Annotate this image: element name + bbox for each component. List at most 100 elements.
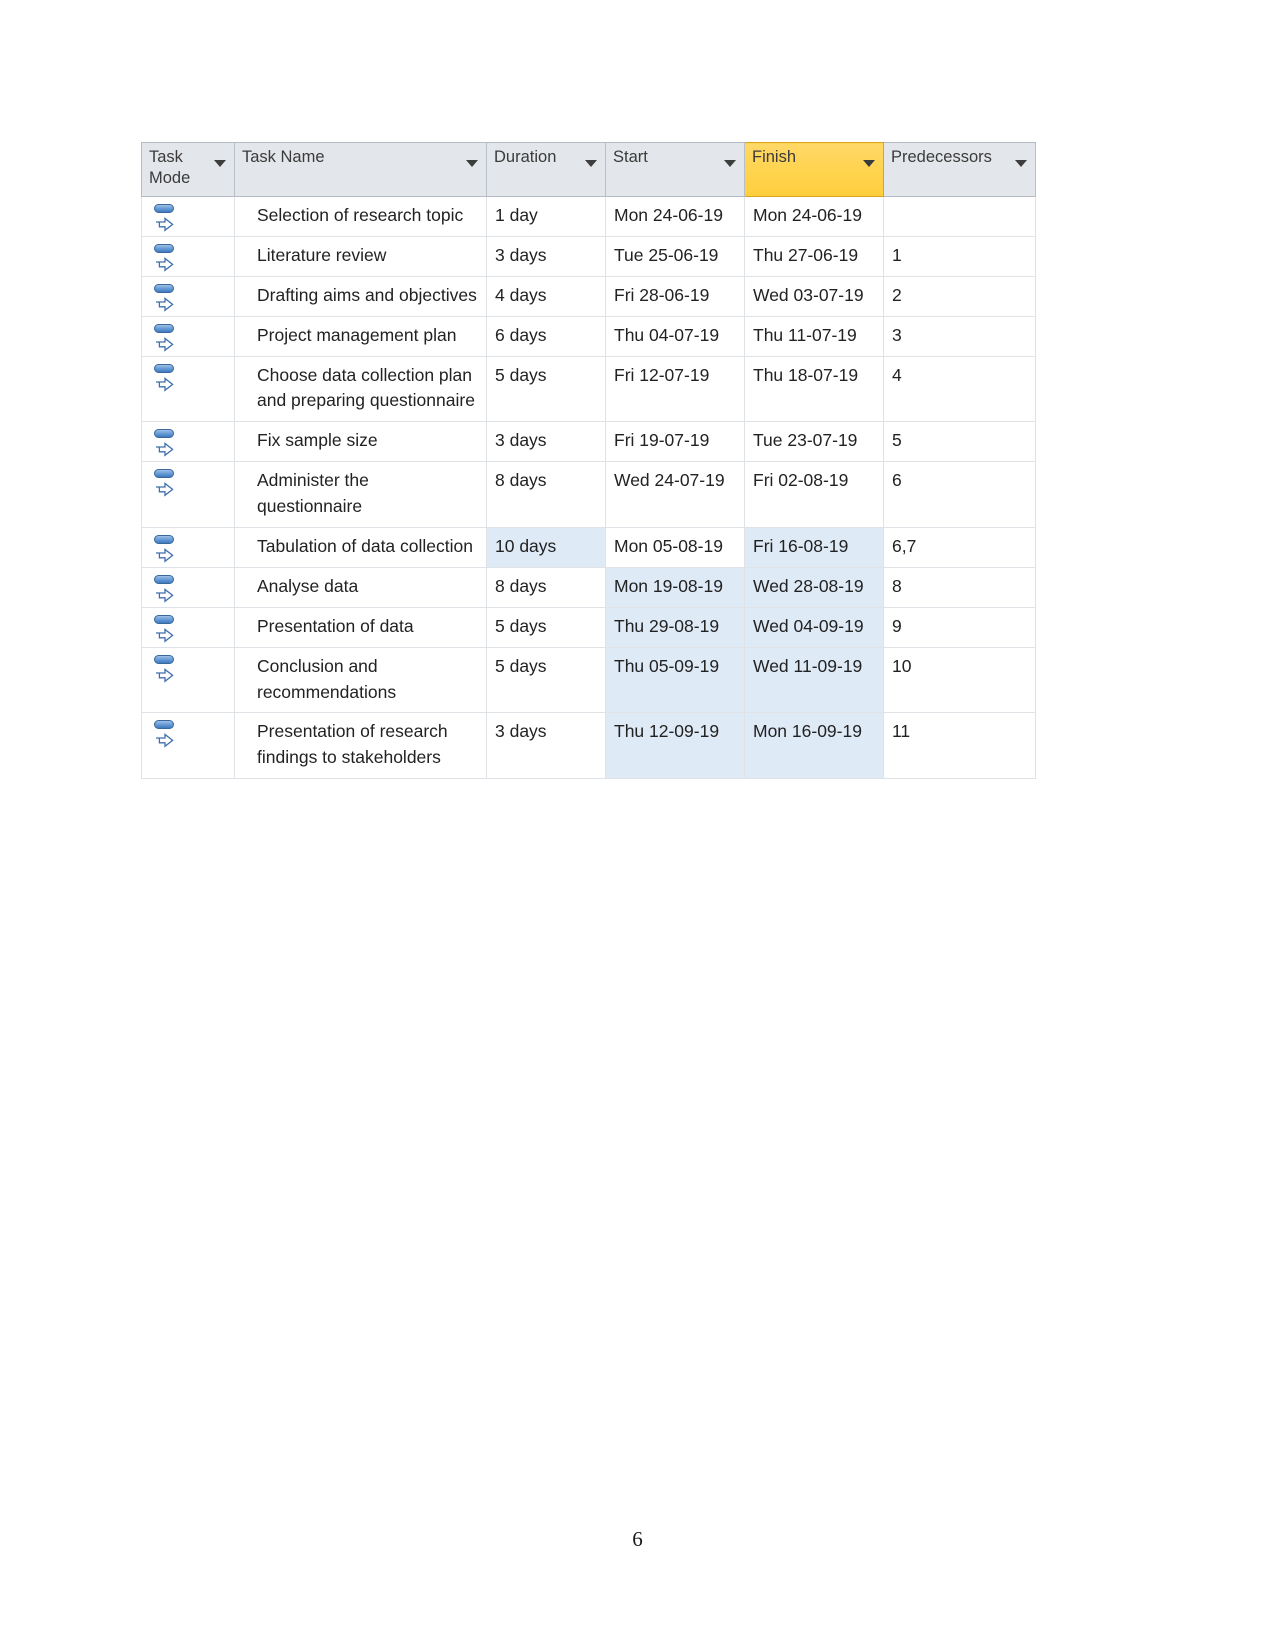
cell-start-date[interactable]: Mon 05-08-19 [605,527,745,568]
cell-task-mode[interactable] [141,567,235,608]
cell-start-date[interactable]: Thu 04-07-19 [605,316,745,357]
cell-finish-date[interactable]: Mon 24-06-19 [744,196,884,237]
cell-start-date[interactable]: Thu 12-09-19 [605,712,745,780]
cell-predecessors[interactable]: 6 [883,461,1036,529]
table-row[interactable]: Literature review 3 days Tue 25-06-19 Thu 2… [141,236,1036,277]
cell-finish-date[interactable]: Thu 11-07-19 [744,316,884,357]
cell-start-date[interactable]: Thu 05-09-19 [605,647,745,714]
project-task-table-container: Task Mode Task Name Duration Start Finish Pre… [141,142,1036,780]
cell-duration[interactable]: 4 days [486,276,606,317]
cell-predecessors[interactable]: 2 [883,276,1036,317]
cell-task-mode[interactable] [141,607,235,648]
table-row[interactable]: Project management plan 6 days Thu 04-07-1… [141,316,1036,357]
table-row[interactable]: Selection of research topic 1 day Mon 24-0… [141,196,1036,237]
cell-predecessors[interactable]: 4 [883,356,1036,423]
table-row[interactable]: Presentation of data 5 days Thu 29-08-19 We… [141,607,1036,648]
chevron-down-icon[interactable] [724,160,736,167]
cell-finish-date[interactable]: Tue 23-07-19 [744,421,884,463]
cell-task-mode[interactable] [141,356,235,423]
chevron-down-icon[interactable] [214,160,226,167]
cell-start-date[interactable]: Tue 25-06-19 [605,236,745,277]
cell-task-name[interactable]: Selection of research topic [234,196,487,237]
table-row[interactable]: Tabulation of data collection 10 days Mon … [141,527,1036,568]
cell-task-name[interactable]: Administer the questionnaire [234,461,487,529]
cell-predecessors[interactable]: 10 [883,647,1036,714]
table-row[interactable]: Conclusion and recommendations 5 days Thu … [141,647,1036,714]
cell-predecessors[interactable]: 8 [883,567,1036,608]
cell-start-date[interactable]: Wed 24-07-19 [605,461,745,529]
cell-finish-date[interactable]: Wed 04-09-19 [744,607,884,648]
cell-finish-date[interactable]: Mon 16-09-19 [744,712,884,780]
cell-duration[interactable]: 5 days [486,607,606,648]
cell-predecessors[interactable]: 11 [883,712,1036,780]
cell-finish-date[interactable]: Thu 18-07-19 [744,356,884,423]
cell-start-date[interactable]: Mon 24-06-19 [605,196,745,237]
table-row[interactable]: Choose data collection plan and preparin… [141,356,1036,423]
cell-task-name[interactable]: Presentation of data [234,607,487,648]
table-row[interactable]: Presentation of research findings to sta… [141,712,1036,780]
chevron-down-icon[interactable] [585,160,597,167]
table-row[interactable]: Administer the questionnaire 8 days Wed 24… [141,461,1036,529]
cell-task-mode[interactable] [141,236,235,277]
table-row[interactable]: Fix sample size 3 days Fri 19-07-19 Tue 23-… [141,421,1036,463]
cell-task-name[interactable]: Drafting aims and objectives [234,276,487,317]
cell-predecessors[interactable]: 3 [883,316,1036,357]
column-header-predecessors[interactable]: Predecessors [883,142,1036,197]
cell-duration[interactable]: 8 days [486,461,606,529]
cell-task-name[interactable]: Conclusion and recommendations [234,647,487,714]
cell-finish-date[interactable]: Fri 02-08-19 [744,461,884,529]
column-header-label: Finish [752,148,797,166]
cell-duration[interactable]: 6 days [486,316,606,357]
cell-start-date[interactable]: Mon 19-08-19 [605,567,745,608]
cell-task-name[interactable]: Presentation of research findings to sta… [234,712,487,780]
cell-predecessors[interactable] [883,196,1036,237]
cell-predecessors[interactable]: 5 [883,421,1036,463]
cell-duration[interactable]: 3 days [486,236,606,277]
gantt-bar-shape [154,614,174,624]
chevron-down-icon[interactable] [1015,160,1027,167]
chevron-down-icon[interactable] [466,160,478,167]
column-header-task_name[interactable]: Task Name [234,142,487,197]
cell-task-mode[interactable] [141,647,235,714]
cell-predecessors[interactable]: 9 [883,607,1036,648]
cell-task-mode[interactable] [141,316,235,357]
column-header-finish[interactable]: Finish [744,142,884,197]
auto-scheduled-icon [152,468,180,497]
column-header-duration[interactable]: Duration [486,142,606,197]
cell-duration[interactable]: 8 days [486,567,606,608]
cell-duration[interactable]: 3 days [486,421,606,463]
cell-task-mode[interactable] [141,196,235,237]
cell-task-name[interactable]: Project management plan [234,316,487,357]
cell-task-mode[interactable] [141,527,235,568]
cell-finish-date[interactable]: Thu 27-06-19 [744,236,884,277]
column-header-task_mode[interactable]: Task Mode [141,142,235,197]
cell-finish-date[interactable]: Wed 28-08-19 [744,567,884,608]
cell-duration[interactable]: 5 days [486,356,606,423]
cell-duration[interactable]: 1 day [486,196,606,237]
cell-predecessors[interactable]: 1 [883,236,1036,277]
cell-finish-date[interactable]: Wed 03-07-19 [744,276,884,317]
cell-task-name[interactable]: Tabulation of data collection [234,527,487,568]
table-row[interactable]: Analyse data 8 days Mon 19-08-19 Wed 28-08-… [141,567,1036,608]
cell-task-name[interactable]: Choose data collection plan and preparin… [234,356,487,423]
cell-finish-date[interactable]: Wed 11-09-19 [744,647,884,714]
cell-start-date[interactable]: Fri 19-07-19 [605,421,745,463]
cell-task-mode[interactable] [141,421,235,463]
table-row[interactable]: Drafting aims and objectives 4 days Fri 28… [141,276,1036,317]
cell-task-name[interactable]: Literature review [234,236,487,277]
cell-start-date[interactable]: Thu 29-08-19 [605,607,745,648]
cell-task-name[interactable]: Fix sample size [234,421,487,463]
cell-task-mode[interactable] [141,276,235,317]
cell-duration[interactable]: 5 days [486,647,606,714]
cell-duration[interactable]: 10 days [486,527,606,568]
cell-task-name[interactable]: Analyse data [234,567,487,608]
cell-duration[interactable]: 3 days [486,712,606,780]
cell-start-date[interactable]: Fri 28-06-19 [605,276,745,317]
cell-finish-date[interactable]: Fri 16-08-19 [744,527,884,568]
cell-predecessors[interactable]: 6,7 [883,527,1036,568]
chevron-down-icon[interactable] [863,160,875,167]
cell-start-date[interactable]: Fri 12-07-19 [605,356,745,423]
column-header-start[interactable]: Start [605,142,745,197]
cell-task-mode[interactable] [141,712,235,780]
cell-task-mode[interactable] [141,461,235,529]
